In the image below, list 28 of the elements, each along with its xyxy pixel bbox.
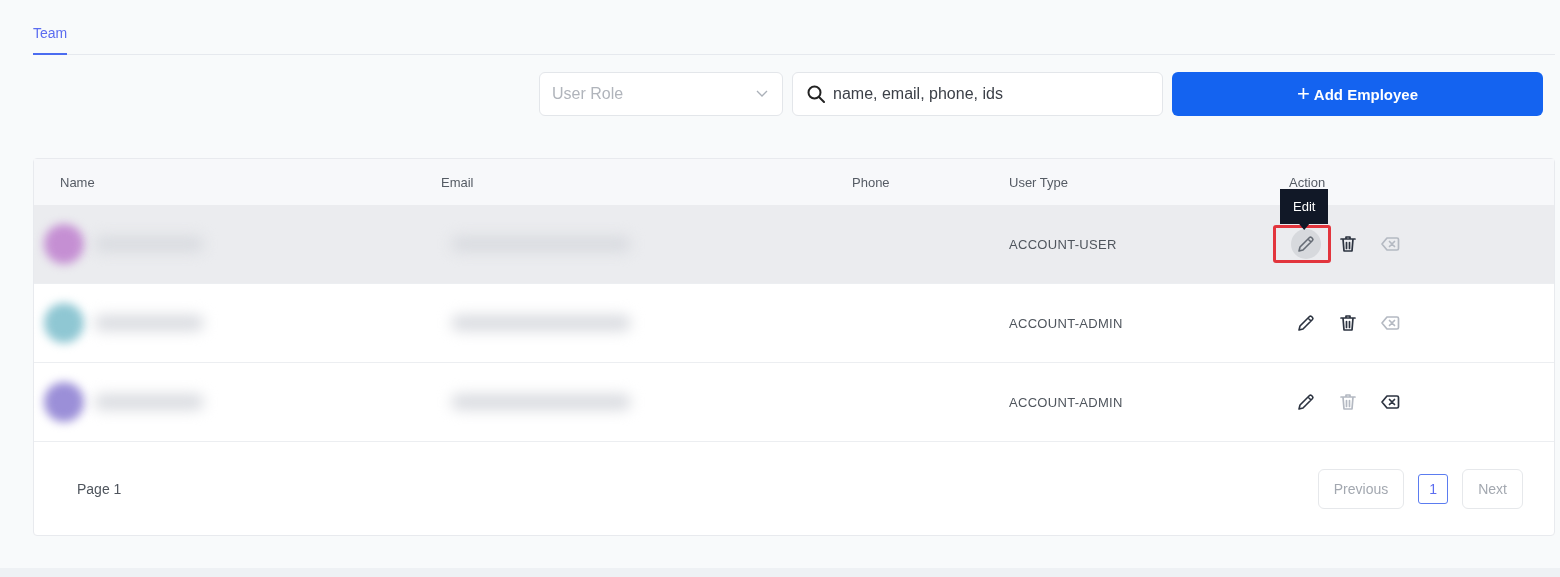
tab[interactable]: Team xyxy=(33,25,68,55)
table-cell: ACCOUNT-USER xyxy=(1009,236,1117,252)
column-header: Action xyxy=(1289,174,1326,190)
pencil-icon xyxy=(1296,234,1316,254)
search-field[interactable]: name, email, phone, ids xyxy=(792,72,1163,116)
table-cell: ACCOUNT-ADMIN xyxy=(1009,315,1123,331)
backspace-icon xyxy=(1380,313,1400,333)
pencil-icon xyxy=(1296,392,1316,412)
backspace-icon xyxy=(1380,234,1400,254)
trash-icon xyxy=(1338,234,1358,254)
add-employee-button[interactable]: + Add Employee xyxy=(1172,72,1543,116)
pencil-icon xyxy=(1296,313,1316,333)
page-number[interactable]: 1 xyxy=(1418,473,1449,504)
page-label: Page 1 xyxy=(77,480,122,497)
backspace-icon xyxy=(1380,392,1400,412)
trash-icon xyxy=(1338,392,1358,412)
search-icon xyxy=(807,85,825,103)
column-header: User Type xyxy=(1009,174,1068,190)
table-cell: ACCOUNT-ADMIN xyxy=(1009,394,1123,410)
tooltip: Edit xyxy=(1280,189,1329,230)
column-header: Name xyxy=(60,174,95,190)
page-nav-button[interactable]: Previous xyxy=(1317,468,1405,509)
column-header: Email xyxy=(441,174,474,190)
page-nav-button[interactable]: Next xyxy=(1462,468,1523,509)
chevron-down-icon xyxy=(756,90,768,98)
column-header: Phone xyxy=(852,174,890,190)
trash-icon xyxy=(1338,313,1358,333)
search-input[interactable]: name, email, phone, ids xyxy=(831,84,1148,104)
